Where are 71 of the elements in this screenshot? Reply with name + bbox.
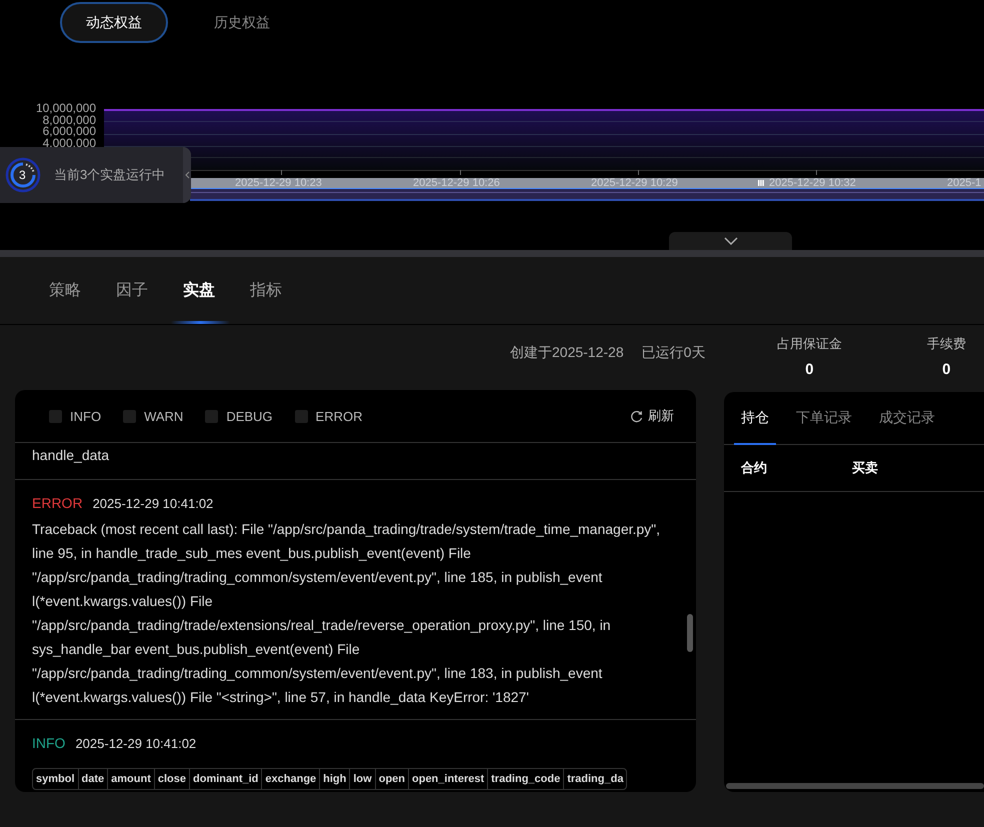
log-level: ERROR (32, 495, 83, 511)
table-header-cell: open (376, 769, 409, 789)
filter-label: ERROR (316, 408, 362, 424)
checkbox[interactable] (123, 410, 136, 422)
axis-label: 4,000,000 (42, 138, 96, 149)
axis-label: 2025-1 (947, 177, 982, 189)
running-days: 已运行0天 (642, 344, 706, 362)
table-header-cell: open_interest (409, 769, 488, 789)
table-header-cell: low (350, 769, 376, 789)
checkbox[interactable] (205, 410, 218, 422)
nav-tab[interactable]: 指标 (234, 257, 301, 324)
running-count: 3 (19, 168, 26, 182)
slider-selection[interactable] (190, 178, 984, 188)
checkbox[interactable] (294, 410, 308, 422)
panel-tab[interactable]: 成交记录 (872, 392, 942, 444)
log-message: Traceback (most recent call last): File "/app/src/panda_trading/trade/system/trade_time_manager.py", line 95, in handle_trade_sub_mes event_bus.publish_event(event) File "/app/src/panda_trading/trading_common/system/event/event.py", line 185, in publish_event l(*event.kwargs.values()) File "/app/src/panda_trading/trade/extensions/real_trade/reverse_operation_proxy.py", line 150, in sys_handle_bar event_bus.publish_event(event) File "/app/src/panda_trading/trading_common/system/event/event.py", line 183, in publish_event l(*event.kwargs.values()) File "<string>", line 57, in handle_data KeyError: '1827' (32, 520, 662, 707)
status-text: 当前3个实盘运行中 (54, 166, 166, 184)
stat-label: 手续费 (926, 335, 966, 353)
filter-label: DEBUG (226, 408, 273, 424)
log-level: INFO (32, 735, 66, 751)
stat-value: 0 (942, 361, 951, 378)
axis-label: 2025-12-29 10:26 (413, 177, 500, 189)
column-header: 合约 (741, 459, 768, 477)
spinner-icon (5, 157, 41, 193)
table-header-cell: trading_code (488, 769, 564, 789)
filter-label: INFO (70, 408, 102, 424)
handle-icon (758, 180, 764, 186)
log-time: 2025-12-29 10:41:02 (92, 496, 214, 511)
axis-label: 8,000,000 (42, 114, 96, 126)
chevron-left-icon (184, 171, 190, 179)
checkbox[interactable] (49, 410, 62, 422)
filter-label: WARN (144, 408, 184, 424)
table-header-cell: amount (108, 769, 155, 789)
axis-label: 6,000,000 (42, 126, 96, 138)
zoom-slider[interactable] (190, 178, 984, 201)
level-filter[interactable]: DEBUG (205, 408, 273, 424)
equity-tab[interactable]: 动态权益 (60, 2, 168, 43)
table-header-cell: close (154, 769, 190, 789)
table-header-cell: date (78, 769, 108, 789)
panel-tab[interactable]: 持仓 (734, 392, 776, 444)
splitter-bar[interactable] (0, 250, 984, 257)
panel-tab[interactable]: 下单记录 (789, 392, 859, 444)
table-header-cell: symbol (33, 769, 79, 789)
table-header-cell: dominant_id (190, 769, 262, 789)
level-filter[interactable]: WARN (123, 408, 184, 424)
collapse-tab[interactable] (183, 147, 191, 203)
axis-label: 2025-12-29 10:23 (235, 177, 322, 189)
scrollbar[interactable] (687, 614, 693, 652)
stat-value: 0 (805, 361, 814, 378)
expand-handle[interactable] (669, 232, 792, 250)
table-header-cell-text: trading_da (566, 772, 624, 787)
axis-label: 10,000,000 (36, 103, 96, 114)
scrollbar[interactable] (726, 783, 984, 789)
log-time: 2025-12-29 10:41:02 (75, 736, 196, 751)
refresh-icon (630, 410, 643, 422)
table-header-cell: exchange (262, 769, 320, 789)
refresh-button[interactable]: 刷新 (630, 407, 674, 425)
stat-label: 占用保证金 (776, 335, 842, 353)
column-header: 买卖 (852, 459, 879, 477)
level-filter[interactable]: ERROR (294, 408, 362, 424)
axis-label: 2025-12-29 10:32 (769, 177, 856, 189)
created-date: 创建于2025-12-28 (510, 344, 624, 362)
equity-tab[interactable]: 历史权益 (188, 2, 296, 43)
chevron-down-icon (724, 237, 738, 245)
nav-tab[interactable]: 实盘 (167, 257, 234, 324)
nav-tab[interactable]: 策略 (33, 257, 100, 324)
level-filter[interactable]: INFO (49, 408, 102, 424)
axis-label: 2025-12-29 10:29 (591, 177, 678, 189)
nav-tab[interactable]: 因子 (100, 257, 167, 324)
table-header-cell: high (320, 769, 350, 789)
log-message: handle_data (32, 446, 110, 465)
